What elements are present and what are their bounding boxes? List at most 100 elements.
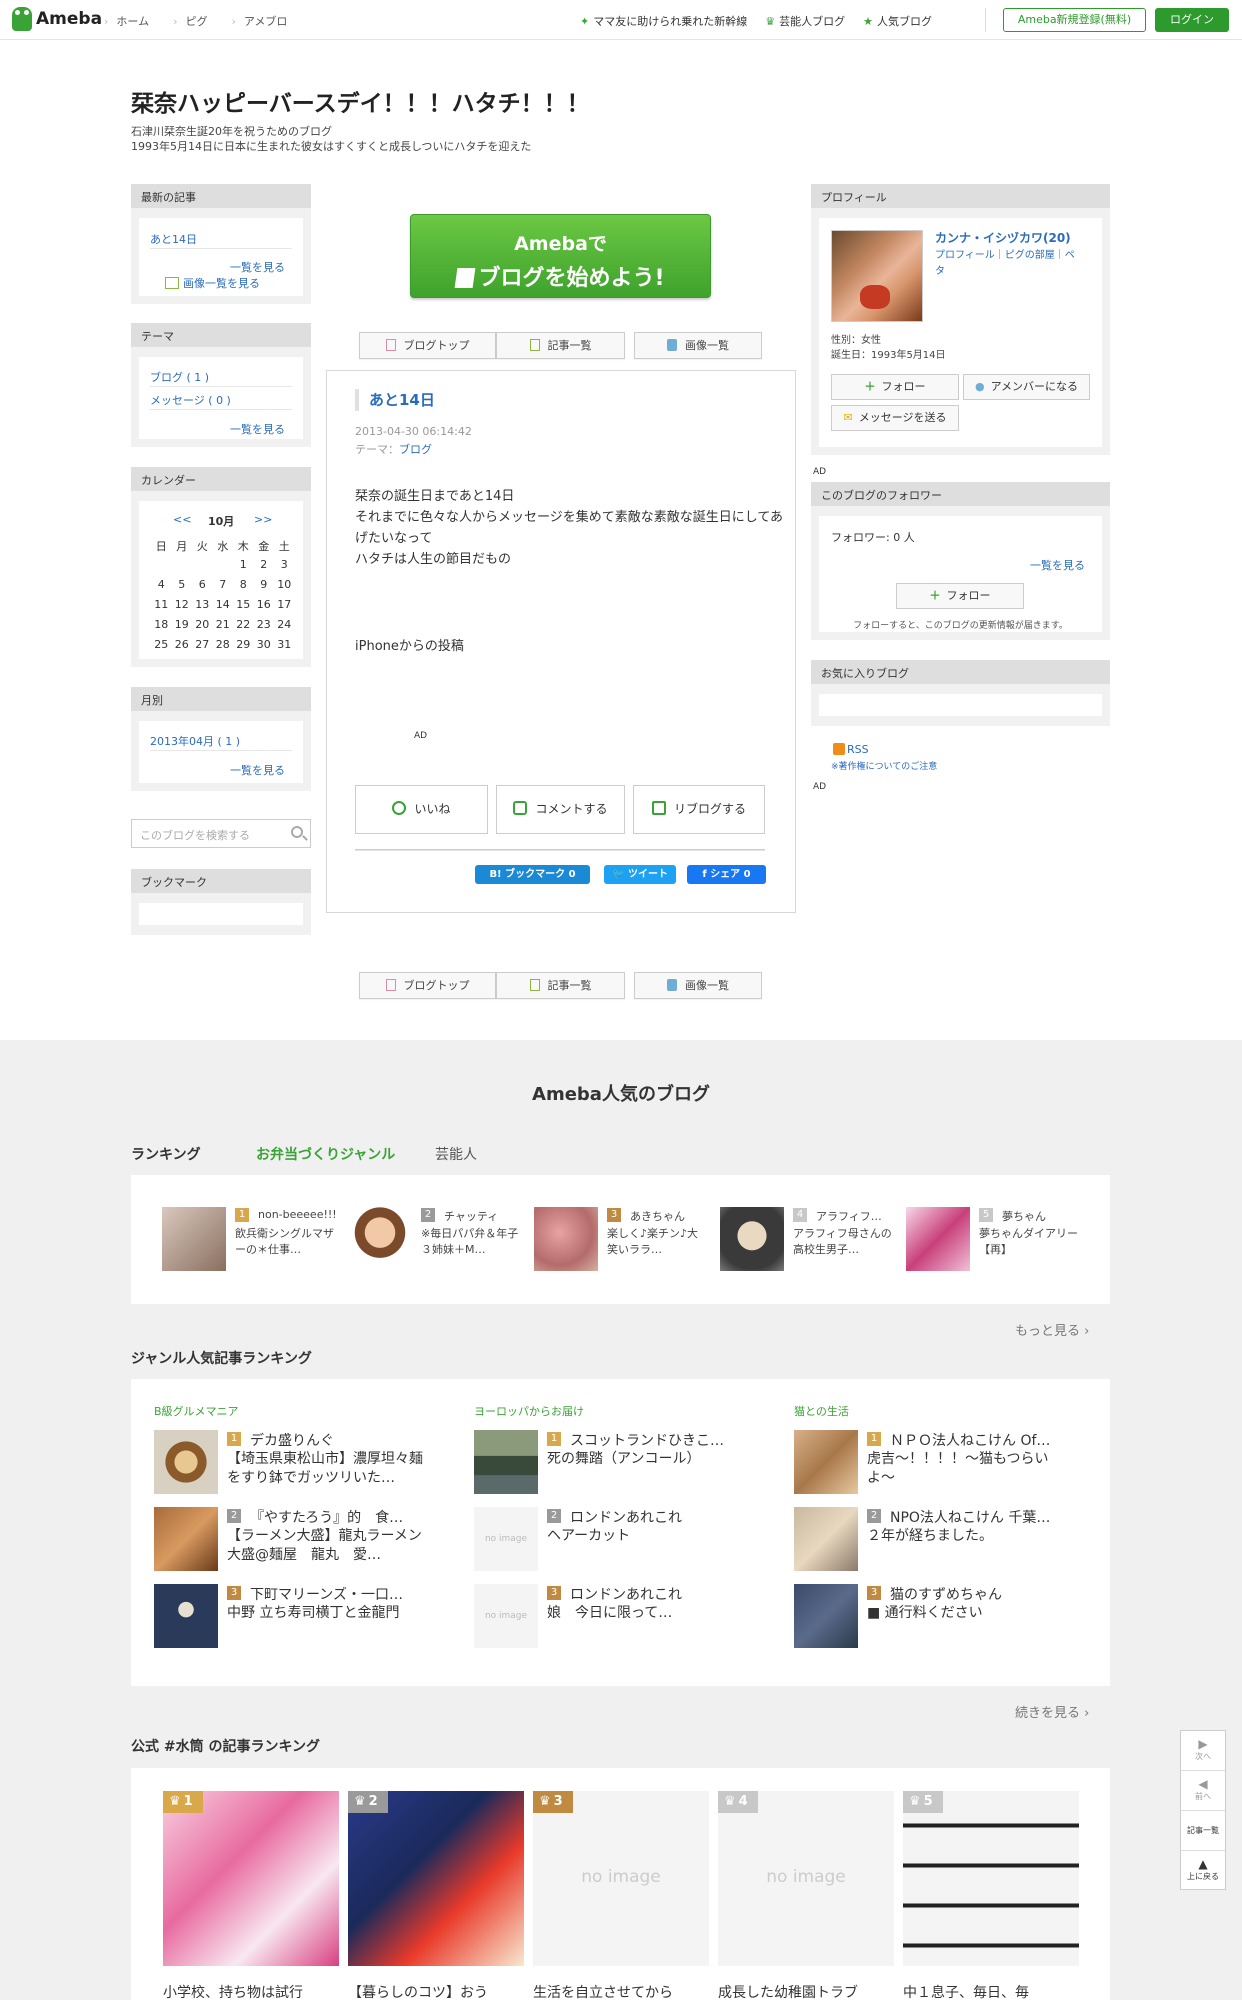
blog-top-button-bottom[interactable]: ブログトップ <box>359 972 496 999</box>
official-article-caption[interactable]: 中１息子、毎日、毎 <box>903 1982 1079 2000</box>
official-article-caption[interactable]: 成長した幼稚園トラブ <box>718 1982 894 2000</box>
genre-article-thumbnail[interactable] <box>794 1507 858 1571</box>
more-link[interactable]: もっと見る › <box>1015 1320 1089 1339</box>
facebook-share-button[interactable]: f シェア 0 <box>687 865 766 884</box>
genre-article-thumbnail[interactable]: no image <box>474 1507 538 1571</box>
comment-button[interactable]: コメントする <box>496 785 625 834</box>
reblog-button[interactable]: リブログする <box>633 785 765 834</box>
profile-follow-button[interactable]: ＋フォロー <box>831 374 959 400</box>
article-list-side-button[interactable]: 記事一覧 <box>1181 1811 1225 1851</box>
genre-name[interactable]: B級グルメマニア <box>154 1403 239 1419</box>
next-button[interactable]: ▶ 次へ <box>1181 1731 1225 1771</box>
top-link-celebrity[interactable]: ♛ 芸能人ブログ <box>765 13 845 29</box>
register-button[interactable]: Ameba新規登録(無料) <box>1003 8 1146 32</box>
like-button[interactable]: いいね <box>355 785 488 834</box>
official-article-caption[interactable]: 【暮らしのコツ】おう <box>348 1982 524 2000</box>
ranking-blog-name[interactable]: あきちゃん <box>630 1208 685 1224</box>
blog-title[interactable]: 栞奈ハッピーバースデイ！！！ハタチ！！！ <box>131 84 590 118</box>
article-title[interactable]: あと14日 <box>355 389 435 411</box>
profile-links[interactable]: プロフィール｜ピグの部屋｜ペタ <box>935 248 1075 280</box>
prev-button[interactable]: ◀ 前へ <box>1181 1771 1225 1811</box>
follow-button[interactable]: ＋フォロー <box>896 583 1024 609</box>
genre-article-title[interactable]: 死の舞踏（アンコール） <box>547 1450 747 1469</box>
genre-article-title[interactable]: 虎吉〜！！！！〜猫もつらいよ〜 <box>867 1450 1067 1488</box>
genre-blog-name[interactable]: ＮＰＯ法人ねこけん Of… <box>890 1430 1050 1450</box>
article-theme-link[interactable]: ブログ <box>399 443 432 456</box>
theme-item-blog[interactable]: ブログ ( 1 ) <box>150 369 209 385</box>
genre-article-thumbnail[interactable] <box>154 1507 218 1571</box>
latest-list-link[interactable]: 一覧を見る <box>230 259 285 275</box>
genre-article-title[interactable]: 【ラーメン大盛】龍丸ラーメン 大盛@麺屋 龍丸 愛… <box>227 1527 436 1565</box>
rss-link[interactable]: RSS <box>833 743 869 756</box>
ranking-blog-description[interactable]: 夢ちゃんダイアリー【再】 <box>979 1226 1079 1258</box>
genre-blog-name[interactable]: スコットランドひきこ… <box>570 1430 724 1450</box>
back-to-top-button[interactable]: ▲ 上に戻る <box>1181 1851 1225 1891</box>
ranking-thumbnail[interactable] <box>720 1207 784 1271</box>
nav-home[interactable]: ホーム <box>104 13 149 29</box>
genre-name[interactable]: ヨーロッパからお届け <box>474 1403 584 1419</box>
genre-blog-name[interactable]: 猫のすずめちゃん <box>890 1584 1002 1604</box>
profile-name[interactable]: カンナ・イシヅカワ(20) <box>935 229 1071 246</box>
search-icon[interactable] <box>291 826 303 838</box>
article-list-button[interactable]: 記事一覧 <box>496 332 625 359</box>
copyright-link[interactable]: ※著作権についてのご注意 <box>831 759 937 772</box>
image-list-button[interactable]: 画像一覧 <box>634 332 762 359</box>
genre-article-title[interactable]: 中野 立ち寿司横丁と金龍門 <box>227 1604 427 1623</box>
genre-article-thumbnail[interactable] <box>794 1430 858 1494</box>
ranking-blog-name[interactable]: チャッティ <box>444 1208 498 1224</box>
official-article-image[interactable]: ♛ 1 <box>163 1791 339 1966</box>
ranking-blog-name[interactable]: 夢ちゃん <box>1002 1208 1046 1224</box>
nav-ameblo[interactable]: アメブロ <box>231 13 287 29</box>
genre-article-thumbnail[interactable] <box>154 1430 218 1494</box>
ranking-blog-name[interactable]: non-beeeee!!! <box>258 1208 337 1221</box>
genre-blog-name[interactable]: 『やすたろう』的 食… <box>250 1507 403 1527</box>
genre-article-title[interactable]: 娘 今日に限って… <box>547 1604 747 1623</box>
ranking-blog-description[interactable]: 楽しく♪楽チン♪大笑いララ… <box>607 1226 707 1258</box>
official-article-image[interactable]: no image ♛ 3 <box>533 1791 709 1966</box>
avatar[interactable] <box>831 230 923 322</box>
ranking-blog-description[interactable]: ※毎日パパ弁＆年子３姉妹＋M… <box>421 1226 521 1258</box>
theme-list-link[interactable]: 一覧を見る <box>230 421 285 437</box>
genre-blog-name[interactable]: デカ盛りんぐ <box>250 1430 334 1450</box>
ranking-blog-description[interactable]: アラフィフ母さんの高校生男子… <box>793 1226 893 1258</box>
latest-article-link[interactable]: あと14日 <box>150 231 197 247</box>
genre-article-title[interactable]: ■ 通行料ください <box>867 1604 1067 1623</box>
ameba-logo[interactable]: Ameba <box>12 7 102 31</box>
image-list-button-bottom[interactable]: 画像一覧 <box>634 972 762 999</box>
image-list-link[interactable]: 画像一覧を見る <box>165 275 260 291</box>
tab-celebrity[interactable]: 芸能人 <box>435 1144 477 1164</box>
genre-article-title[interactable]: ヘアーカット <box>547 1527 747 1546</box>
theme-item-message[interactable]: メッセージ ( 0 ) <box>150 392 231 408</box>
continue-link[interactable]: 続きを見る › <box>1015 1702 1089 1721</box>
amember-button[interactable]: ● アメンバーになる <box>963 374 1090 400</box>
genre-article-thumbnail[interactable]: no image <box>474 1584 538 1648</box>
calendar-prev[interactable]: << <box>173 513 191 526</box>
follower-list-link[interactable]: 一覧を見る <box>1030 557 1085 573</box>
official-article-image[interactable]: ♛ 5 <box>903 1791 1079 1966</box>
ranking-blog-name[interactable]: アラフィフ… <box>816 1208 882 1224</box>
official-article-image[interactable]: no image ♛ 4 <box>718 1791 894 1966</box>
genre-article-title[interactable]: 【埼玉県東松山市】濃厚坦々麺をすり鉢でガッツリいた… <box>227 1450 427 1488</box>
tab-bento[interactable]: お弁当づくりジャンル <box>256 1144 395 1164</box>
official-article-caption[interactable]: 生活を自立させてから <box>533 1982 709 2000</box>
start-blog-banner[interactable]: Amebaで ブログを始めよう! <box>410 214 711 298</box>
ranking-thumbnail[interactable] <box>348 1207 412 1271</box>
nav-pigg[interactable]: ピグ <box>173 13 207 29</box>
genre-blog-name[interactable]: NPO法人ねこけん 千葉… <box>890 1507 1050 1527</box>
genre-name[interactable]: 猫との生活 <box>794 1403 849 1419</box>
calendar-next[interactable]: >> <box>254 513 272 526</box>
blog-top-button[interactable]: ブログトップ <box>359 332 496 359</box>
hatena-bookmark-button[interactable]: B! ブックマーク 0 <box>475 865 590 884</box>
ranking-blog-description[interactable]: 飲兵衛シングルマザーの＊仕事… <box>235 1226 335 1258</box>
genre-article-title[interactable]: ２年が経ちました。 <box>867 1527 1067 1546</box>
login-button[interactable]: ログイン <box>1155 8 1229 32</box>
genre-article-thumbnail[interactable] <box>154 1584 218 1648</box>
top-link-trend[interactable]: ✦ ママ友に助けられ乗れた新幹線 <box>580 13 747 29</box>
genre-blog-name[interactable]: 下町マリーンズ・一口… <box>250 1584 403 1604</box>
genre-blog-name[interactable]: ロンドンあれこれ <box>570 1507 682 1527</box>
genre-article-thumbnail[interactable] <box>794 1584 858 1648</box>
ranking-thumbnail[interactable] <box>162 1207 226 1271</box>
ranking-thumbnail[interactable] <box>906 1207 970 1271</box>
tweet-button[interactable]: 🐦 ツイート <box>604 865 676 884</box>
genre-blog-name[interactable]: ロンドンあれこれ <box>570 1584 682 1604</box>
